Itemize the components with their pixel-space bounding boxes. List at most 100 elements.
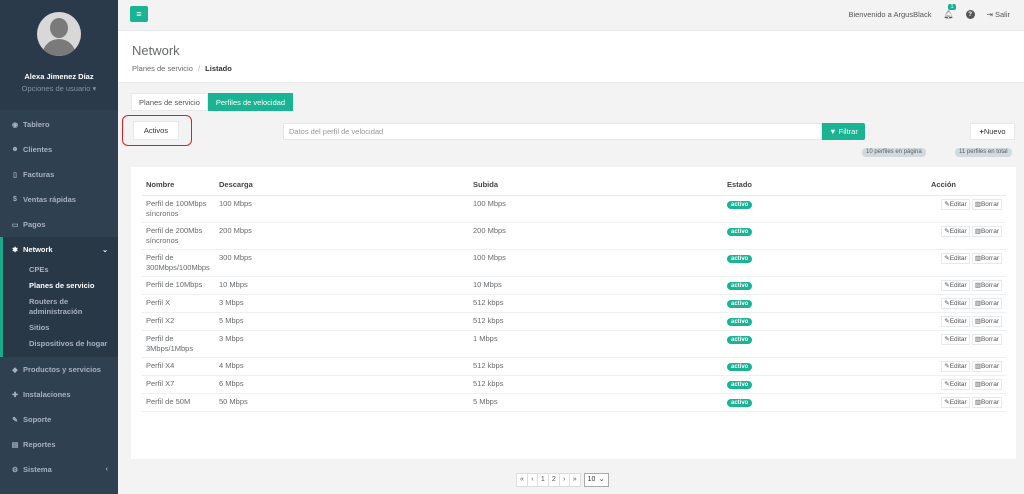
- nav-item-sistema[interactable]: ⚙ Sistema ‹: [0, 457, 118, 482]
- sub-item-cpes[interactable]: CPEs: [3, 262, 118, 278]
- report-icon: ▤: [11, 441, 19, 449]
- nav-item-clientes[interactable]: ☻ Clientes: [0, 137, 118, 162]
- nav-item-tablero[interactable]: ◉ Tablero: [0, 112, 118, 137]
- delete-button[interactable]: ▥Borrar: [971, 198, 1002, 210]
- col-subida[interactable]: Subida: [469, 175, 723, 196]
- edit-button[interactable]: ✎Editar: [941, 315, 970, 327]
- edit-button[interactable]: ✎Editar: [941, 396, 970, 408]
- sub-item-routers[interactable]: Routers de administración: [3, 294, 118, 320]
- table-row: Perfil de 50M 50 Mbps 5 Mbps activo ✎Editar …: [142, 393, 1006, 412]
- chevron-down-icon: ⌄: [102, 246, 108, 254]
- nav-label: Instalaciones: [23, 390, 71, 399]
- filter-button[interactable]: ▼ Filtrar: [822, 123, 865, 140]
- delete-label: Borrar: [980, 227, 999, 235]
- status-badge: activo: [727, 335, 753, 344]
- cell-status: activo: [723, 195, 923, 223]
- welcome-text: Bienvenido a ArgusBlack: [848, 10, 932, 19]
- delete-button[interactable]: ▥Borrar: [971, 279, 1002, 291]
- edit-label: Editar: [949, 362, 967, 370]
- sub-item-planes[interactable]: Planes de servicio: [3, 278, 118, 294]
- col-descarga[interactable]: Descarga: [215, 175, 469, 196]
- money-icon: ▭: [11, 221, 19, 229]
- user-options-dropdown[interactable]: Opciones de usuario ▾: [22, 84, 97, 93]
- logout-button[interactable]: ⇥ Salir: [987, 10, 1010, 19]
- cell-name: Perfil X7: [142, 375, 215, 394]
- edit-button[interactable]: ✎Editar: [941, 225, 970, 237]
- delete-button[interactable]: ▥Borrar: [971, 315, 1002, 327]
- nav-item-productos[interactable]: ◆ Productos y servicios: [0, 357, 118, 382]
- network-icon: ✱: [12, 246, 18, 254]
- cell-status: activo: [723, 276, 923, 295]
- breadcrumb: Planes de servicio / Listado: [132, 64, 1024, 73]
- help-icon[interactable]: ?: [965, 10, 975, 19]
- cell-name: Perfil X: [142, 294, 215, 313]
- profile-panel: Alexa Jimenez Díaz Opciones de usuario ▾: [0, 0, 118, 110]
- nav-item-soporte[interactable]: ✎ Soporte: [0, 407, 118, 432]
- table-row: Perfil de 100Mbps síncronos 100 Mbps 100 M…: [142, 195, 1006, 223]
- cell-download: 100 Mbps: [215, 195, 469, 223]
- edit-label: Editar: [949, 380, 967, 388]
- delete-button[interactable]: ▥Borrar: [971, 333, 1002, 345]
- nav-item-instalaciones[interactable]: ✚ Instalaciones: [0, 382, 118, 407]
- delete-button[interactable]: ▥Borrar: [971, 252, 1002, 264]
- table-row: Perfil X3 Mbps 512 kbps activo ✎Editar ▥Bor…: [142, 294, 1006, 313]
- col-estado[interactable]: Estado: [723, 175, 923, 196]
- delete-button[interactable]: ▥Borrar: [971, 378, 1002, 390]
- cell-actions: ✎Editar ▥Borrar: [923, 312, 1006, 331]
- per-page-select[interactable]: 10 ⌄: [583, 473, 609, 487]
- edit-button[interactable]: ✎Editar: [941, 252, 970, 264]
- page-last-button[interactable]: »: [568, 473, 581, 487]
- search-input[interactable]: [283, 123, 822, 140]
- avatar[interactable]: [37, 12, 81, 56]
- page-title: Network: [132, 43, 180, 58]
- edit-label: Editar: [949, 299, 967, 307]
- edit-button[interactable]: ✎Editar: [941, 378, 970, 390]
- cell-status: activo: [723, 249, 923, 277]
- edit-button[interactable]: ✎Editar: [941, 360, 970, 372]
- status-badge: activo: [727, 227, 753, 236]
- edit-button[interactable]: ✎Editar: [941, 198, 970, 210]
- cell-status: activo: [723, 294, 923, 313]
- edit-label: Editar: [949, 281, 967, 289]
- topbar: ≡ Bienvenido a ArgusBlack 🔔︎ 1 ? ⇥ Salir: [118, 0, 1024, 31]
- notification-count: 1: [948, 4, 956, 10]
- tab-planes-servicio[interactable]: Planes de servicio: [131, 93, 208, 111]
- edit-button[interactable]: ✎Editar: [941, 279, 970, 291]
- edit-button[interactable]: ✎Editar: [941, 333, 970, 345]
- cell-upload: 100 Mbps: [469, 249, 723, 277]
- chevron-left-icon: ‹: [105, 466, 108, 473]
- nav-item-ventas[interactable]: $ Ventas rápidas: [0, 187, 118, 212]
- sub-item-dispositivos[interactable]: Dispositivos de hogar: [3, 336, 118, 357]
- nav-label: Clientes: [23, 145, 53, 154]
- bell-icon: 🔔︎: [943, 10, 954, 19]
- nav-label: Soporte: [23, 415, 52, 424]
- delete-button[interactable]: ▥Borrar: [971, 360, 1002, 372]
- delete-button[interactable]: ▥Borrar: [971, 396, 1002, 408]
- sub-item-sitios[interactable]: Sitios: [3, 320, 118, 336]
- edit-button[interactable]: ✎Editar: [941, 297, 970, 309]
- nav-item-network[interactable]: ✱ Network ⌄: [3, 237, 118, 262]
- nav-item-reportes[interactable]: ▤ Reportes: [0, 432, 118, 457]
- nav-item-facturas[interactable]: ▯ Facturas: [0, 162, 118, 187]
- cell-upload: 100 Mbps: [469, 195, 723, 223]
- menu-toggle-button[interactable]: ≡: [130, 6, 148, 22]
- notifications-button[interactable]: 🔔︎ 1: [943, 4, 956, 19]
- cell-actions: ✎Editar ▥Borrar: [923, 357, 1006, 376]
- status-badge: activo: [727, 254, 753, 263]
- tag-icon: ◆: [12, 366, 18, 374]
- delete-label: Borrar: [980, 200, 999, 208]
- cell-download: 10 Mbps: [215, 276, 469, 295]
- logout-label: Salir: [994, 10, 1010, 19]
- breadcrumb-parent[interactable]: Planes de servicio: [132, 64, 193, 73]
- col-nombre[interactable]: Nombre: [142, 175, 215, 196]
- tab-perfiles-velocidad[interactable]: Perfiles de velocidad: [207, 93, 294, 111]
- delete-button[interactable]: ▥Borrar: [971, 225, 1002, 237]
- delete-button[interactable]: ▥Borrar: [971, 297, 1002, 309]
- cell-upload: 512 kbps: [469, 375, 723, 394]
- col-accion: Acción: [923, 175, 1006, 196]
- new-button[interactable]: +Nuevo: [970, 123, 1015, 140]
- edit-label: Editar: [949, 254, 967, 262]
- cell-actions: ✎Editar ▥Borrar: [923, 393, 1006, 412]
- cell-upload: 200 Mbps: [469, 222, 723, 250]
- nav-item-pagos[interactable]: ▭ Pagos: [0, 212, 118, 237]
